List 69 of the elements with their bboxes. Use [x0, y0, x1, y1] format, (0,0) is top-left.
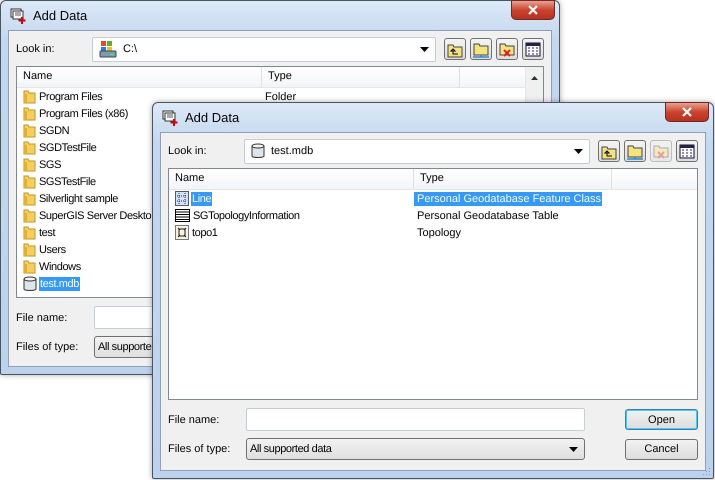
add-data-icon: [161, 108, 179, 126]
resize-grip-icon[interactable]: [702, 467, 711, 476]
database-icon: [251, 143, 265, 159]
cancel-button[interactable]: Cancel: [625, 438, 698, 460]
drive-icon: [99, 40, 117, 58]
add-data-icon: [9, 6, 27, 24]
toolbar-button[interactable]: [598, 140, 620, 162]
file-name[interactable]: SGS: [38, 158, 62, 172]
look-in-label: Look in:: [16, 43, 56, 55]
folder-icon: [23, 191, 36, 206]
file-name[interactable]: Silverlight sample: [38, 192, 120, 206]
folder-icon: [23, 259, 36, 274]
database-icon: [23, 276, 37, 292]
toolbar-button[interactable]: [676, 140, 698, 162]
file-name[interactable]: SGDTestFile: [38, 140, 98, 154]
dropdown-arrow-icon: [574, 148, 583, 154]
file-type: Personal Geodatabase Feature Class: [414, 192, 602, 206]
folder-icon: [23, 174, 36, 189]
column-header[interactable]: Name: [169, 169, 414, 189]
file-name[interactable]: Users: [38, 242, 67, 256]
toolbar-button[interactable]: [522, 38, 544, 60]
folder-icon: [23, 157, 36, 172]
file-name[interactable]: Program Files: [38, 90, 104, 104]
file-type: Personal Geodatabase Table: [416, 208, 560, 222]
folder-icon: [23, 208, 36, 223]
file-name[interactable]: Windows: [38, 260, 82, 274]
toolbar-button[interactable]: [496, 38, 518, 60]
toolbar-button[interactable]: [624, 140, 646, 162]
file-type: Folder: [264, 90, 298, 104]
file-name[interactable]: SGSTestFile: [38, 174, 97, 188]
window-title: Add Data: [33, 8, 88, 23]
folder-icon: [23, 140, 36, 155]
folder-icon: [23, 89, 36, 104]
folder-icon: [23, 225, 36, 240]
close-icon: [681, 107, 693, 117]
table-icon: [175, 209, 190, 222]
column-header[interactable]: Type: [414, 169, 612, 189]
files-of-type-label: Files of type:: [16, 341, 80, 353]
dropdown-arrow-icon: [420, 46, 429, 52]
column-header[interactable]: Type: [262, 67, 460, 87]
open-button[interactable]: Open: [625, 409, 698, 430]
file-name[interactable]: SGTopologyInformation: [192, 208, 301, 222]
look-in-dropdown[interactable]: C:\: [92, 36, 436, 62]
file-name[interactable]: topo1: [191, 226, 219, 240]
file-type-dropdown[interactable]: All supported data: [246, 438, 585, 460]
file-name-label: File name:: [16, 312, 68, 324]
file-name[interactable]: test: [38, 226, 56, 240]
look-in-label: Look in:: [168, 145, 208, 157]
file-name[interactable]: SGDN: [38, 124, 70, 138]
close-icon: [527, 5, 539, 15]
window-title: Add Data: [185, 110, 240, 125]
file-name-label: File name:: [168, 414, 220, 426]
dropdown-arrow-icon: [569, 446, 578, 452]
files-of-type-label: Files of type:: [168, 443, 232, 455]
close-button[interactable]: [665, 102, 709, 122]
column-header[interactable]: Name: [17, 67, 262, 87]
file-name[interactable]: Program Files (x86): [38, 106, 129, 120]
toolbar-button[interactable]: [444, 38, 466, 60]
toolbar-button[interactable]: [470, 38, 492, 60]
folder-icon: [23, 242, 36, 257]
file-name[interactable]: SuperGIS Server Deskto: [38, 208, 152, 222]
close-button[interactable]: [511, 0, 555, 20]
feature-class-icon: [175, 191, 189, 206]
topology-icon: [175, 225, 189, 240]
folder-icon: [23, 106, 36, 121]
folder-icon: [23, 123, 36, 138]
file-type: Topology: [416, 226, 462, 240]
look-in-dropdown[interactable]: test.mdb: [244, 138, 590, 164]
file-name-field[interactable]: [246, 408, 585, 431]
